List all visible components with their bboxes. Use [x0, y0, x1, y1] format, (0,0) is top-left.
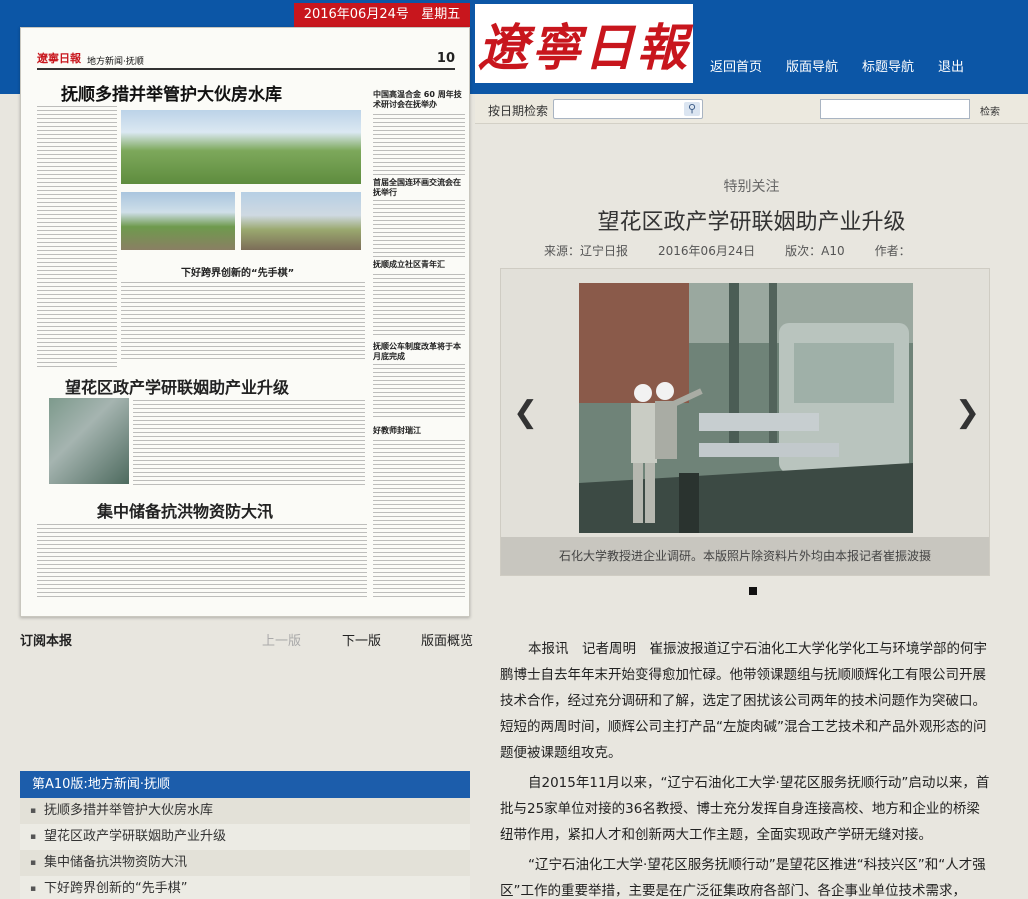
thumbnail-masthead: 遼寧日報 — [37, 52, 81, 65]
search-bar: 按日期检索 ⚲ 检索 — [475, 94, 1028, 124]
thumbnail-photo-4 — [49, 398, 129, 484]
keyword-search-input[interactable] — [820, 99, 970, 119]
prev-photo-arrow-icon[interactable]: ❮ — [513, 395, 538, 430]
next-page-link[interactable]: 下一版 — [342, 630, 381, 649]
date-search-label: 按日期检索 — [488, 104, 549, 118]
thumbnail-text-block — [37, 106, 117, 368]
date-search-input[interactable]: ⚲ — [553, 99, 703, 119]
article-author: 作者： — [874, 244, 911, 258]
article-list-heading: 第A10版:地方新闻·抚顺 — [20, 771, 470, 798]
thumbnail-photo-reservoir — [121, 110, 361, 184]
article-paragraph: 本报讯 记者周明 崔振波报道辽宁石油化工大学化学化工与环境学部的何宇鹏博士自去年… — [500, 641, 987, 761]
article-list-item[interactable]: 下好跨界创新的“先手棋” — [20, 876, 470, 899]
thumbnail-photo-2 — [121, 192, 235, 250]
article-page: 版次：A10 — [785, 244, 845, 258]
article-list-item[interactable]: 集中储备抗洪物资防大汛 — [20, 850, 470, 876]
nav-home[interactable]: 返回首页 — [710, 56, 762, 75]
thumbnail-side-text-5 — [373, 440, 465, 600]
article-paragraph: “辽宁石油化工大学·望花区服务抚顺行动”是望花区推进“科技兴区”和“人才强区”工… — [500, 857, 986, 899]
thumbnail-side-text-4 — [373, 364, 465, 420]
page-thumbnail[interactable]: 遼寧日報 地方新闻·抚顺 10 抚顺多措并举管护大伙房水库 下好跨界创新的“先手… — [20, 27, 470, 617]
issue-date: 2016年06月24号 — [303, 7, 409, 22]
thumbnail-side-1[interactable]: 中国高温合金 60 周年技术研讨会在抚举办 — [373, 90, 465, 110]
subscribe-link[interactable]: 订阅本报 — [20, 630, 72, 649]
issue-weekday: 星期五 — [421, 7, 461, 22]
prev-page-link[interactable]: 上一版 — [262, 630, 301, 649]
thumbnail-side-4[interactable]: 抚顺公车制度改革将于本月底完成 — [373, 342, 465, 362]
article-photo — [579, 283, 913, 533]
thumbnail-side-5[interactable]: 好教师封瑞江 — [373, 426, 465, 436]
next-photo-arrow-icon[interactable]: ❯ — [955, 395, 980, 430]
article-title: 望花区政产学研联姻助产业升级 — [597, 210, 906, 235]
thumbnail-side-text — [373, 114, 465, 178]
thumbnail-side-3[interactable]: 抚顺成立社区青年汇 — [373, 260, 465, 270]
nav-logout[interactable]: 退出 — [938, 56, 964, 75]
thumbnail-header: 遼寧日報 地方新闻·抚顺 10 — [37, 50, 455, 70]
thumbnail-headline-1[interactable]: 抚顺多措并举管护大伙房水库 — [61, 80, 282, 105]
thumbnail-text-block-4 — [37, 524, 367, 600]
site-logo[interactable]: 遼寧日報 — [475, 4, 693, 83]
thumbnail-side-2[interactable]: 首届全国连环画交流会在抚举行 — [373, 178, 465, 198]
search-icon[interactable]: ⚲ — [684, 102, 700, 116]
thumbnail-text-block-3 — [133, 400, 365, 486]
article-category: 特别关注 — [723, 179, 780, 195]
thumbnail-side-text-2 — [373, 200, 465, 258]
thumbnail-headline-2[interactable]: 下好跨界创新的“先手棋” — [181, 264, 294, 279]
article-meta: 来源：辽宁日报 2016年06月24日 版次：A10 作者： — [544, 242, 941, 259]
thumbnail-page-number: 10 — [436, 51, 455, 66]
thumbnail-photo-3 — [241, 192, 361, 250]
top-nav: 返回首页 版面导航 标题导航 退出 — [710, 56, 988, 75]
thumbnail-headline-4[interactable]: 集中储备抗洪物资防大汛 — [97, 498, 273, 522]
photo-caption: 石化大学教授进企业调研。本版照片除资料片外均由本报记者崔振波摄 — [501, 537, 989, 575]
gallery-indicator-dot[interactable] — [749, 587, 757, 595]
factory-photo — [579, 283, 913, 533]
article-list-item[interactable]: 望花区政产学研联姻助产业升级 — [20, 824, 470, 850]
article-date: 2016年06月24日 — [658, 244, 756, 258]
article-body: 本报讯 记者周明 崔振波报道辽宁石油化工大学化学化工与环境学部的何宇鹏博士自去年… — [500, 636, 992, 899]
date-tab: 2016年06月24号 星期五 — [294, 3, 470, 27]
article-source: 来源：辽宁日报 — [544, 244, 629, 258]
logo-text: 遼寧日報 — [478, 17, 690, 77]
thumbnail-headline-3[interactable]: 望花区政产学研联姻助产业升级 — [65, 374, 289, 398]
nav-title-navigation[interactable]: 标题导航 — [862, 56, 914, 75]
thumbnail-section: 地方新闻·抚顺 — [87, 57, 144, 67]
thumbnail-side-text-3 — [373, 274, 465, 336]
nav-page-navigation[interactable]: 版面导航 — [786, 56, 838, 75]
thumbnail-text-block-2 — [121, 282, 365, 360]
page-overview-link[interactable]: 版面概览 — [421, 630, 473, 649]
search-button[interactable]: 检索 — [980, 103, 1000, 118]
article-list-item[interactable]: 抚顺多措并举管护大伙房水库 — [20, 798, 470, 824]
photo-gallery: ❮ ❯ 石化大学教授进企业调研。本版照片除资料片外均由本报记者崔振波摄 — [500, 268, 990, 576]
article-paragraph: 自2015年11月以来，“辽宁石油化工大学·望花区服务抚顺行动”启动以来，首批与… — [500, 775, 990, 843]
